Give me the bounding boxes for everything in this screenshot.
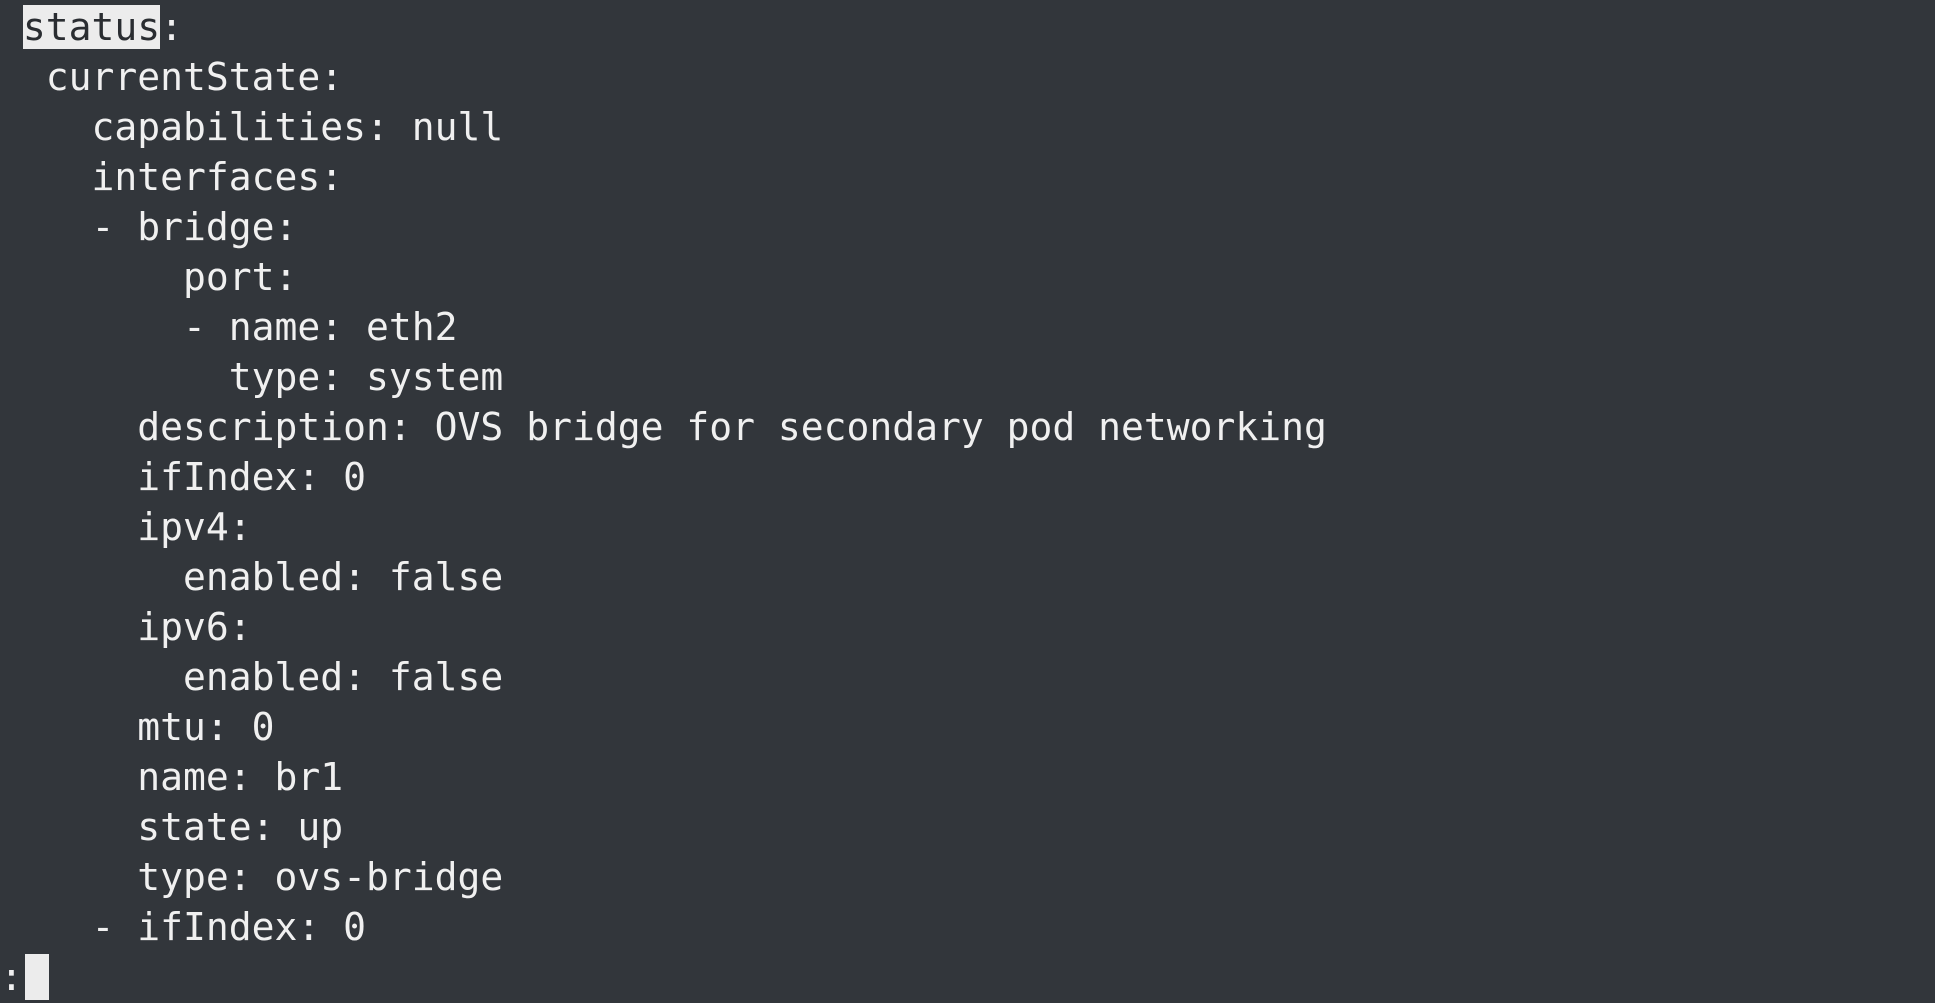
yaml-line: - bridge:: [0, 205, 298, 249]
yaml-line: type: system: [0, 355, 504, 399]
text-cursor: [24, 954, 49, 1000]
yaml-line: enabled: false: [0, 655, 504, 699]
line-rest: :: [160, 5, 184, 49]
yaml-line: - ifIndex: 0: [0, 905, 367, 949]
yaml-line: enabled: false: [0, 555, 504, 599]
prompt-colon: :: [0, 955, 23, 999]
yaml-line: port:: [0, 255, 298, 299]
yaml-line: interfaces:: [0, 155, 344, 199]
yaml-line: ipv6:: [0, 605, 252, 649]
search-match-highlight: status: [22, 5, 161, 49]
yaml-line: - name: eth2: [0, 305, 458, 349]
yaml-line: ifIndex: 0: [0, 455, 367, 499]
yaml-line: mtu: 0: [0, 705, 275, 749]
yaml-line: type: ovs-bridge: [0, 855, 504, 899]
terminal-window[interactable]: status: currentState: capabilities: null…: [0, 0, 1935, 1003]
yaml-line: capabilities: null: [0, 105, 504, 149]
yaml-line: state: up: [0, 805, 344, 849]
yaml-line: description: OVS bridge for secondary po…: [0, 405, 1327, 449]
yaml-line-status: status:: [0, 2, 1327, 52]
yaml-output: status: currentState: capabilities: null…: [0, 2, 1327, 952]
pager-prompt[interactable]: :: [0, 952, 49, 1002]
yaml-line: ipv4:: [0, 505, 252, 549]
yaml-line: currentState:: [0, 55, 344, 99]
yaml-line: name: br1: [0, 755, 344, 799]
